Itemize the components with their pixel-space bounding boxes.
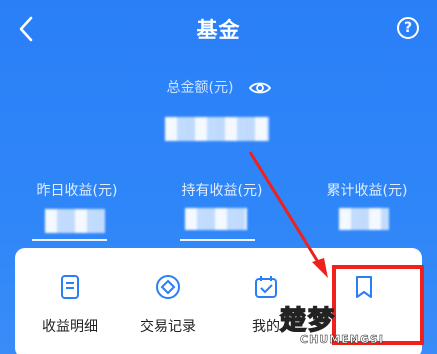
- page-title: 基金: [196, 18, 241, 42]
- document-icon: [61, 275, 79, 299]
- menu-item-earnings-detail[interactable]: 收益明细: [37, 274, 103, 336]
- nav-bar: 基金 ?: [0, 0, 437, 58]
- menu-item-label: 交易记录: [140, 319, 196, 335]
- menu-item-transaction-records[interactable]: 交易记录: [135, 274, 201, 336]
- yesterday-earnings-value-redacted: [45, 209, 105, 233]
- watermark-text: 楚梦: [279, 305, 337, 337]
- total-amount-value-redacted: [165, 117, 269, 141]
- cumulative-earnings-value-redacted: [339, 208, 389, 230]
- eye-icon[interactable]: [248, 81, 271, 95]
- question-circle-icon[interactable]: ?: [397, 17, 419, 39]
- divider: [32, 239, 107, 241]
- holding-earnings-value-redacted: [185, 208, 247, 230]
- cumulative-earnings-label: 累计收益(元): [326, 183, 408, 199]
- yesterday-earnings-label: 昨日收益(元): [36, 183, 118, 199]
- total-amount-label: 总金额(元): [166, 80, 234, 96]
- divider: [180, 239, 255, 241]
- menu-item-label: 收益明细: [42, 319, 98, 335]
- diamond-circle-icon: [156, 275, 180, 299]
- total-amount-header: 总金额(元): [0, 77, 437, 97]
- watermark-subtext: CHUMENGSI: [300, 333, 384, 347]
- holding-earnings-label: 持有收益(元): [181, 183, 263, 199]
- watermark: 楚梦 CHUMENGSI: [270, 296, 437, 354]
